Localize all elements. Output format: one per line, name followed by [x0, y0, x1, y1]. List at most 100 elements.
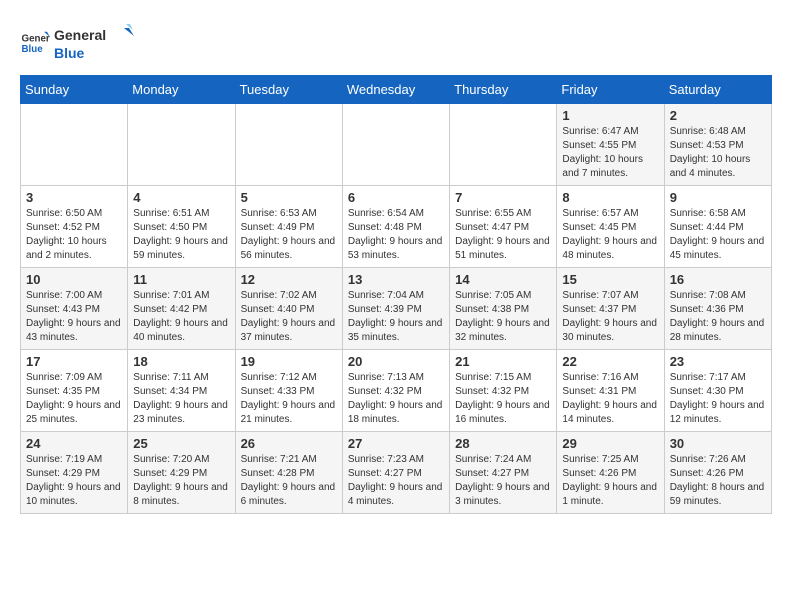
day-info: Sunrise: 7:02 AMSunset: 4:40 PMDaylight:… — [241, 289, 337, 345]
day-info: Sunrise: 6:54 AMSunset: 4:48 PMDaylight:… — [348, 207, 444, 263]
day-cell: 1Sunrise: 6:47 AMSunset: 4:55 PMDaylight… — [557, 104, 664, 186]
day-info: Sunrise: 7:05 AMSunset: 4:38 PMDaylight:… — [455, 289, 551, 345]
day-info: Sunrise: 7:25 AMSunset: 4:26 PMDaylight:… — [562, 453, 658, 509]
day-cell: 3 Sunrise: 6:50 AMSunset: 4:52 PMDaylight… — [21, 186, 128, 268]
day-number: 13 — [348, 272, 444, 287]
day-info: Sunrise: 7:09 AMSunset: 4:35 PMDaylight:… — [26, 371, 122, 427]
day-cell: 30Sunrise: 7:26 AMSunset: 4:26 PMDayligh… — [664, 432, 771, 514]
day-cell: 12 Sunrise: 7:02 AMSunset: 4:40 PMDayligh… — [235, 268, 342, 350]
day-cell: 18Sunrise: 7:11 AMSunset: 4:34 PMDayligh… — [128, 350, 235, 432]
day-number: 21 — [455, 354, 551, 369]
day-number: 7 — [455, 190, 551, 205]
day-number: 19 — [241, 354, 337, 369]
day-number: 28 — [455, 436, 551, 451]
day-cell: 19 Sunrise: 7:12 AMSunset: 4:33 PMDayligh… — [235, 350, 342, 432]
svg-text:General: General — [54, 27, 106, 43]
logo-bird-icon: General Blue — [54, 20, 134, 65]
day-number: 17 — [26, 354, 122, 369]
svg-text:Blue: Blue — [22, 44, 44, 55]
day-number: 30 — [670, 436, 766, 451]
day-info: Sunrise: 6:51 AMSunset: 4:50 PMDaylight:… — [133, 207, 229, 263]
weekday-header-sunday: Sunday — [21, 76, 128, 104]
svg-text:Blue: Blue — [54, 45, 85, 61]
day-info: Sunrise: 7:15 AMSunset: 4:32 PMDaylight:… — [455, 371, 551, 427]
day-cell: 11 Sunrise: 7:01 AMSunset: 4:42 PMDayligh… — [128, 268, 235, 350]
day-number: 27 — [348, 436, 444, 451]
day-cell: 9 Sunrise: 6:58 AMSunset: 4:44 PMDaylight… — [664, 186, 771, 268]
day-info: Sunrise: 7:20 AMSunset: 4:29 PMDaylight:… — [133, 453, 229, 509]
logo-icon: General Blue — [20, 28, 50, 58]
day-cell: 25 Sunrise: 7:20 AMSunset: 4:29 PMDayligh… — [128, 432, 235, 514]
day-info: Sunrise: 6:58 AMSunset: 4:44 PMDaylight:… — [670, 207, 766, 263]
day-info: Sunrise: 7:12 AMSunset: 4:33 PMDaylight:… — [241, 371, 337, 427]
day-info: Sunrise: 6:53 AMSunset: 4:49 PMDaylight:… — [241, 207, 337, 263]
day-cell: 20Sunrise: 7:13 AMSunset: 4:32 PMDayligh… — [342, 350, 449, 432]
week-row-4: 17 Sunrise: 7:09 AMSunset: 4:35 PMDayligh… — [21, 350, 772, 432]
day-cell: 21 Sunrise: 7:15 AMSunset: 4:32 PMDayligh… — [450, 350, 557, 432]
day-cell: 4 Sunrise: 6:51 AMSunset: 4:50 PMDaylight… — [128, 186, 235, 268]
day-number: 9 — [670, 190, 766, 205]
weekday-header-thursday: Thursday — [450, 76, 557, 104]
day-cell: 29Sunrise: 7:25 AMSunset: 4:26 PMDayligh… — [557, 432, 664, 514]
day-info: Sunrise: 7:17 AMSunset: 4:30 PMDaylight:… — [670, 371, 766, 427]
day-cell: 14 Sunrise: 7:05 AMSunset: 4:38 PMDayligh… — [450, 268, 557, 350]
day-number: 16 — [670, 272, 766, 287]
day-info: Sunrise: 7:21 AMSunset: 4:28 PMDaylight:… — [241, 453, 337, 509]
day-number: 25 — [133, 436, 229, 451]
day-cell: 15Sunrise: 7:07 AMSunset: 4:37 PMDayligh… — [557, 268, 664, 350]
day-number: 15 — [562, 272, 658, 287]
day-info: Sunrise: 6:48 AMSunset: 4:53 PMDaylight:… — [670, 125, 766, 181]
week-row-5: 24 Sunrise: 7:19 AMSunset: 4:29 PMDayligh… — [21, 432, 772, 514]
day-info: Sunrise: 7:01 AMSunset: 4:42 PMDaylight:… — [133, 289, 229, 345]
day-cell: 7 Sunrise: 6:55 AMSunset: 4:47 PMDaylight… — [450, 186, 557, 268]
day-info: Sunrise: 6:50 AMSunset: 4:52 PMDaylight:… — [26, 207, 122, 263]
calendar-table: SundayMondayTuesdayWednesdayThursdayFrid… — [20, 75, 772, 514]
weekday-header-saturday: Saturday — [664, 76, 771, 104]
weekday-header-monday: Monday — [128, 76, 235, 104]
weekday-header-row: SundayMondayTuesdayWednesdayThursdayFrid… — [21, 76, 772, 104]
day-number: 4 — [133, 190, 229, 205]
day-cell — [450, 104, 557, 186]
weekday-header-tuesday: Tuesday — [235, 76, 342, 104]
day-cell: 5Sunrise: 6:53 AMSunset: 4:49 PMDaylight… — [235, 186, 342, 268]
day-number: 26 — [241, 436, 337, 451]
day-cell: 13Sunrise: 7:04 AMSunset: 4:39 PMDayligh… — [342, 268, 449, 350]
header: General Blue General Blue — [20, 20, 772, 65]
day-cell: 16 Sunrise: 7:08 AMSunset: 4:36 PMDayligh… — [664, 268, 771, 350]
weekday-header-friday: Friday — [557, 76, 664, 104]
day-info: Sunrise: 7:08 AMSunset: 4:36 PMDaylight:… — [670, 289, 766, 345]
day-cell — [235, 104, 342, 186]
day-cell — [342, 104, 449, 186]
day-info: Sunrise: 7:00 AMSunset: 4:43 PMDaylight:… — [26, 289, 122, 345]
day-cell: 8Sunrise: 6:57 AMSunset: 4:45 PMDaylight… — [557, 186, 664, 268]
week-row-1: 1Sunrise: 6:47 AMSunset: 4:55 PMDaylight… — [21, 104, 772, 186]
week-row-3: 10 Sunrise: 7:00 AMSunset: 4:43 PMDayligh… — [21, 268, 772, 350]
day-info: Sunrise: 6:47 AMSunset: 4:55 PMDaylight:… — [562, 125, 658, 181]
day-cell: 10 Sunrise: 7:00 AMSunset: 4:43 PMDayligh… — [21, 268, 128, 350]
day-info: Sunrise: 6:55 AMSunset: 4:47 PMDaylight:… — [455, 207, 551, 263]
day-cell: 27 Sunrise: 7:23 AMSunset: 4:27 PMDayligh… — [342, 432, 449, 514]
day-number: 24 — [26, 436, 122, 451]
weekday-header-wednesday: Wednesday — [342, 76, 449, 104]
day-cell: 22 Sunrise: 7:16 AMSunset: 4:31 PMDayligh… — [557, 350, 664, 432]
day-info: Sunrise: 7:23 AMSunset: 4:27 PMDaylight:… — [348, 453, 444, 509]
day-number: 22 — [562, 354, 658, 369]
day-number: 6 — [348, 190, 444, 205]
day-number: 14 — [455, 272, 551, 287]
day-info: Sunrise: 6:57 AMSunset: 4:45 PMDaylight:… — [562, 207, 658, 263]
day-number: 23 — [670, 354, 766, 369]
day-info: Sunrise: 7:16 AMSunset: 4:31 PMDaylight:… — [562, 371, 658, 427]
day-number: 12 — [241, 272, 337, 287]
day-number: 3 — [26, 190, 122, 205]
week-row-2: 3 Sunrise: 6:50 AMSunset: 4:52 PMDaylight… — [21, 186, 772, 268]
day-cell: 24 Sunrise: 7:19 AMSunset: 4:29 PMDayligh… — [21, 432, 128, 514]
day-number: 10 — [26, 272, 122, 287]
day-cell: 6 Sunrise: 6:54 AMSunset: 4:48 PMDaylight… — [342, 186, 449, 268]
day-info: Sunrise: 7:19 AMSunset: 4:29 PMDaylight:… — [26, 453, 122, 509]
day-cell: 17 Sunrise: 7:09 AMSunset: 4:35 PMDayligh… — [21, 350, 128, 432]
day-info: Sunrise: 7:13 AMSunset: 4:32 PMDaylight:… — [348, 371, 444, 427]
day-number: 11 — [133, 272, 229, 287]
day-number: 2 — [670, 108, 766, 123]
day-info: Sunrise: 7:11 AMSunset: 4:34 PMDaylight:… — [133, 371, 229, 427]
day-cell: 23 Sunrise: 7:17 AMSunset: 4:30 PMDayligh… — [664, 350, 771, 432]
